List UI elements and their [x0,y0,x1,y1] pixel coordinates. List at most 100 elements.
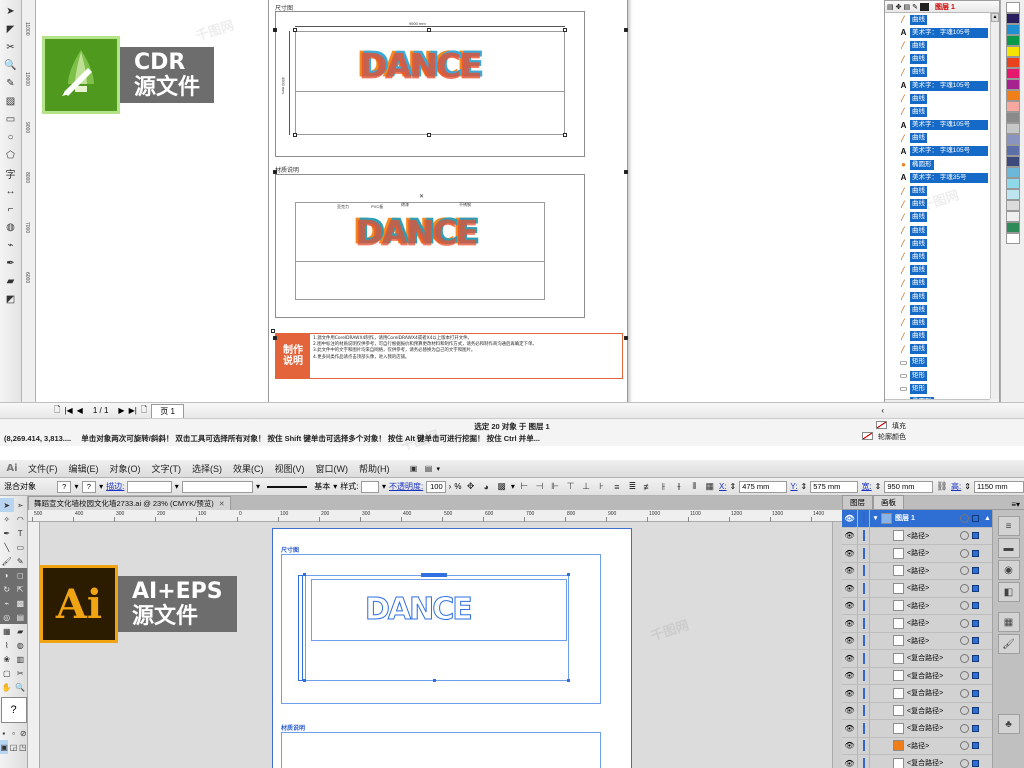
path-anchor-point[interactable] [567,573,570,576]
blob-brush-tool-icon[interactable]: ◗ [0,568,14,582]
x-input[interactable]: 475 mm [739,480,788,493]
target-indicator-icon[interactable] [960,688,969,698]
eye-icon[interactable]: 👁 [842,706,857,715]
object-list-item[interactable]: 〳曲线 [885,250,990,263]
fill-stroke-indicator[interactable]: ? [0,697,27,723]
page-selection-handle[interactable] [624,170,628,174]
page-selection-handle[interactable] [273,170,277,174]
selection-handle[interactable] [427,133,431,137]
layers-panel-item-row[interactable]: 👁 <路径> [842,545,992,563]
stroke-style-input[interactable] [181,480,253,493]
panel-icon-rail[interactable]: ≡ ▬ ◉ ◧ ▦ 🖌 ♣ [992,510,1024,768]
layers-panel-item-row[interactable]: 👁 <复合路径> [842,650,992,668]
selection-indicator-icon[interactable] [972,654,979,662]
lock-toggle[interactable] [857,650,870,667]
layers-panel-item-row[interactable]: 👁 <路径> [842,597,992,615]
palette-swatch[interactable] [1005,112,1020,123]
menu-window[interactable]: 窗口(W) [311,461,354,476]
object-list-item[interactable]: 〳曲线 [885,105,990,118]
panel-menu-icon[interactable]: ≡▾ [1011,500,1024,509]
lock-toggle[interactable] [857,615,870,632]
add-page-end-icon[interactable]: 🗋 [141,404,147,418]
mask-dropdown-icon[interactable]: ▾ [511,482,515,491]
distribute-bottom-icon[interactable]: ≢ [642,480,654,493]
illustrator-toolbox[interactable]: ➤ ➣ ✧ ◠ ✒ T ╲ ▭ 🖌 ✎ ◗ ◻ ↻ ⇱ ⌁ ▩ ◎ ▤ ▦ ▰ ⌇ ◍ ❀ ▥ ▢ ✂ ✋… [0,496,28,768]
type-tool-icon[interactable]: T [14,526,28,540]
page-selection-handle[interactable] [273,28,277,32]
gradient-mode-icon[interactable]: ▫ [10,726,18,740]
eye-icon[interactable]: 👁 [842,619,857,628]
illustrator-control-bar[interactable]: 混合对象 ? ▾ ? ▾ 描边: ▾ ▾ 基本 ▾ 样式: ▾ 不透明度: 10… [0,478,1024,496]
object-list-item[interactable]: 〳曲线 [885,303,990,316]
eyedropper-tool-icon[interactable]: ⌇ [0,638,14,652]
eye-icon[interactable]: 👁 [842,759,857,768]
palette-swatch[interactable] [1005,79,1020,90]
stroke-profile-label[interactable]: 基本 [314,481,330,492]
symbols-panel-icon[interactable]: ♣ [997,714,1020,734]
selection-indicator-icon[interactable] [972,724,979,732]
selection-indicator-icon[interactable] [972,742,979,750]
path-anchor-point[interactable] [433,573,436,576]
polygon-tool-icon[interactable]: ⬠ [2,146,20,164]
layers-panel-item-row[interactable]: 👁 <路径> [842,580,992,598]
selection-handle[interactable] [427,28,431,32]
fill-swatch[interactable]: ? [56,480,72,493]
selection-handle[interactable] [563,28,567,32]
scroll-up-arrow-icon[interactable]: ▲ [984,515,992,522]
stroke-weight-dropdown-icon[interactable]: ▾ [175,482,179,491]
object-list-item[interactable]: 〳曲线 [885,53,990,66]
artwork-dance-text-layer3[interactable]: DANCE [359,47,483,88]
last-page-button[interactable]: ▶| [129,406,137,415]
perspective-grid-tool-icon[interactable]: ▤ [13,610,27,624]
distribute-top-icon[interactable]: ≡ [611,480,623,493]
illustrator-canvas[interactable]: 尺寸图 DANCE 材质说明 [40,522,842,768]
w-input[interactable]: 950 mm [884,480,933,493]
distribute-h-left-icon[interactable]: ⫲ [657,480,669,493]
zoom-tool-icon[interactable]: 🔍 [2,56,20,74]
selection-indicator-icon[interactable] [972,707,979,715]
selection-handle[interactable] [271,329,275,333]
color-palette[interactable] [1000,0,1024,410]
palette-swatch[interactable] [1005,134,1020,145]
object-list-item[interactable]: 〳曲线 [885,13,990,26]
selection-handle[interactable] [293,133,297,137]
illustrator-artboard[interactable]: 尺寸图 DANCE 材质说明 [272,528,632,768]
symbol-sprayer-tool-icon[interactable]: ❀ [0,652,14,666]
layers-panel-item-row[interactable]: 👁 <路径> [842,632,992,650]
direct-selection-tool-icon[interactable]: ➣ [14,498,28,512]
selection-handle[interactable] [563,133,567,137]
align-top-icon[interactable]: ⊤ [564,480,576,493]
lock-toggle[interactable] [857,527,870,544]
selection-tool-icon[interactable]: ➤ [0,498,14,512]
lock-toggle[interactable] [857,562,870,579]
palette-swatch[interactable] [1005,2,1020,13]
target-indicator-icon[interactable] [960,583,969,593]
stroke-weight-link[interactable]: 描边: [106,481,124,492]
style-swatch[interactable] [361,480,379,493]
arrange-dropdown-icon[interactable]: ▾ [437,465,441,473]
eraser-tool-icon[interactable]: ◻ [13,568,27,582]
shape-builder-tool-icon[interactable]: ◎ [0,610,14,624]
palette-swatch[interactable] [1005,13,1020,24]
palette-swatch[interactable] [1005,123,1020,134]
stroke-dropdown-icon[interactable]: ▾ [99,482,103,491]
panel-tab-bar[interactable]: 图层 画板 ≡▾ [842,495,1024,510]
profile-dropdown-icon[interactable]: ▾ [333,482,337,491]
menu-object[interactable]: 对象(O) [105,461,146,476]
palette-swatch[interactable] [1005,68,1020,79]
target-indicator-icon[interactable] [960,723,969,733]
coreldraw-toolbox[interactable]: ➤ ◤ ✂ 🔍 ✎ ▨ ▭ ○ ⬠ 字 ↔ ⌐ ◍ ⌁ ✒ ▰ ◩ [0,0,22,418]
prev-page-button[interactable]: ◀ [77,406,83,415]
h-stepper-icon[interactable]: ⇕ [964,482,971,491]
layers-panel-item-row[interactable]: 👁 <复合路径> [842,755,992,768]
target-indicator-icon[interactable] [960,758,969,768]
object-list-item[interactable]: A 美术字： 字魂105号 [885,26,990,39]
palette-swatch[interactable] [1005,200,1020,211]
appearance-panel-icon[interactable]: ◉ [997,560,1020,580]
rotate-tool-icon[interactable]: ↻ [0,582,14,596]
page-selection-handle[interactable] [624,336,628,340]
outline-status[interactable]: 轮廓颜色 [862,432,906,442]
align-middle-icon[interactable]: ⊥ [580,480,592,493]
ellipse-tool-icon[interactable]: ○ [2,128,20,146]
scale-tool-icon[interactable]: ⇱ [13,582,27,596]
